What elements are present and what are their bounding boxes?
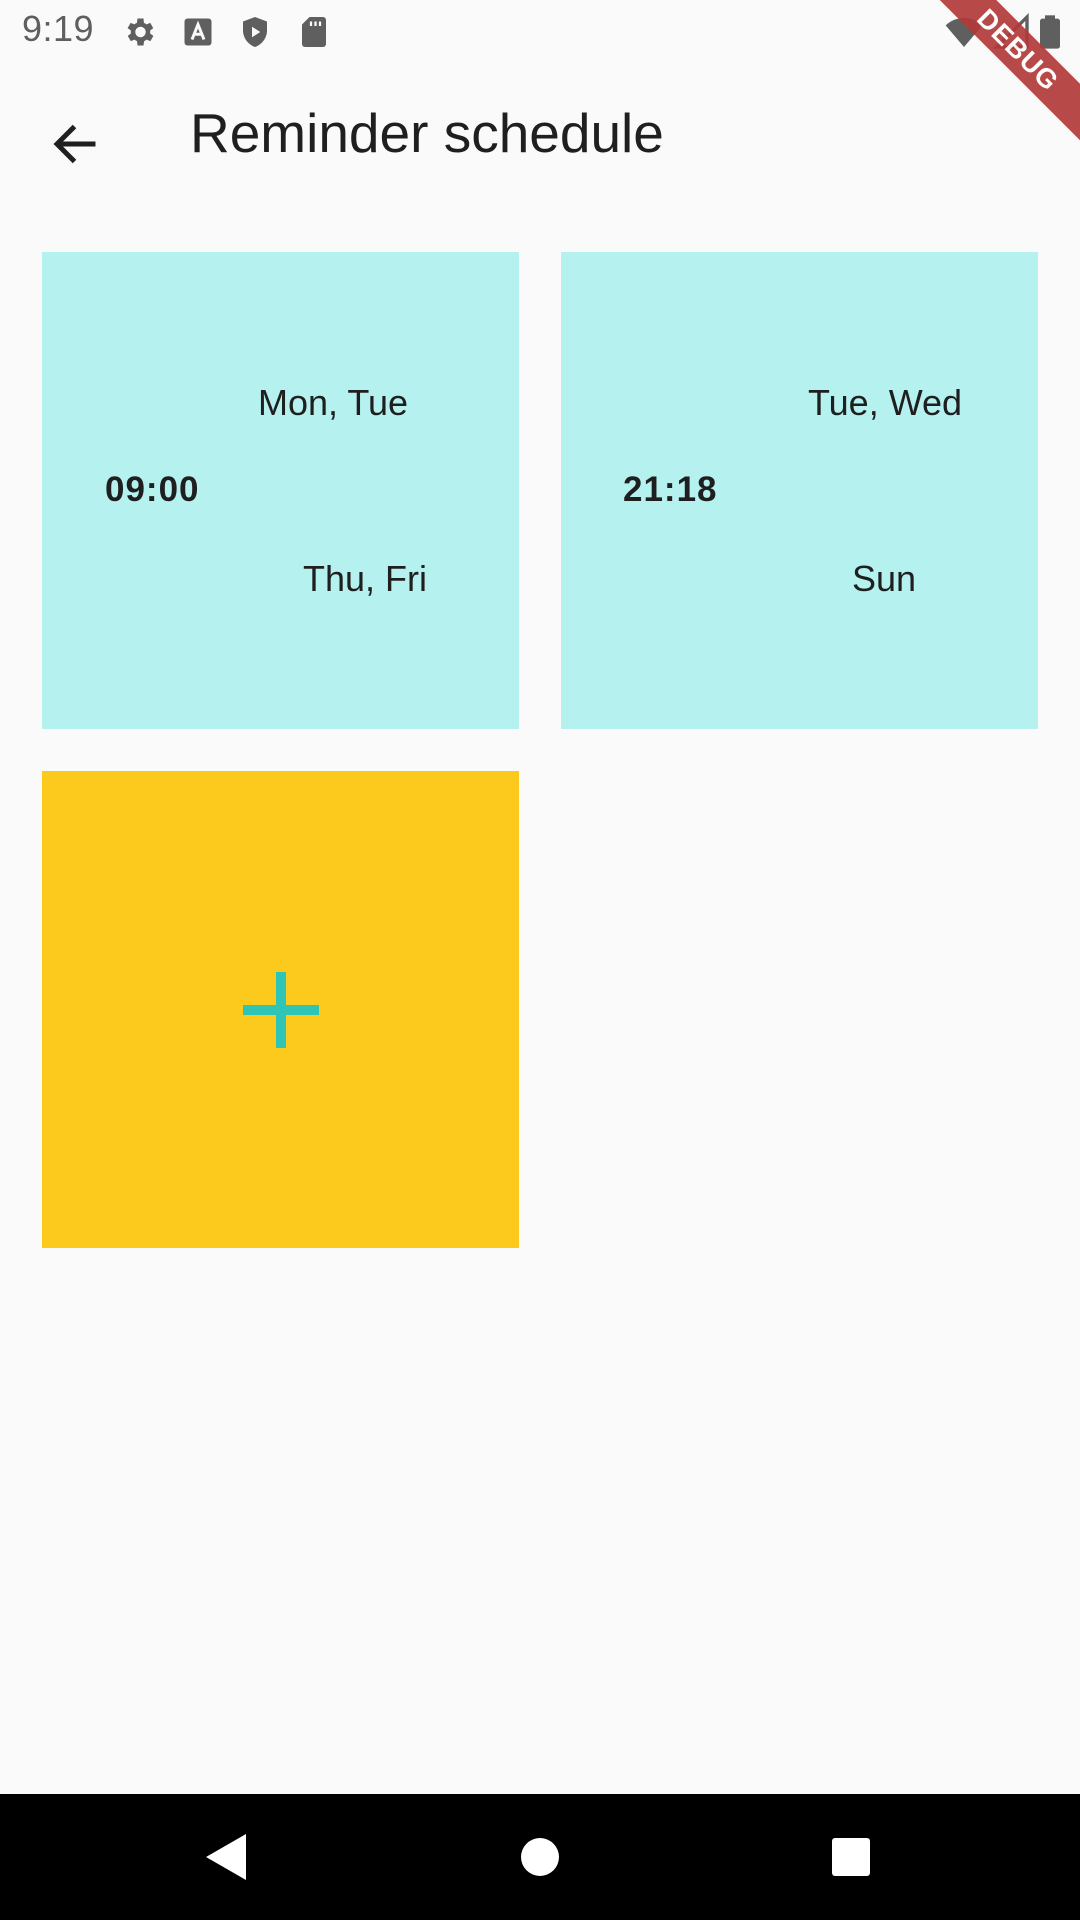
- arrow-back-icon: [53, 124, 96, 164]
- schedule-tile[interactable]: Tue, Wed 21:18 Sun: [561, 252, 1038, 729]
- status-bar: 9:19: [0, 0, 1080, 63]
- schedule-time: 21:18: [623, 470, 718, 509]
- schedule-days-line1: Mon, Tue: [258, 382, 409, 423]
- home-circle-icon: [521, 1838, 559, 1876]
- nav-back-button[interactable]: [190, 1822, 260, 1892]
- plus-icon: [242, 971, 319, 1048]
- nav-recents-button[interactable]: [816, 1822, 886, 1892]
- back-triangle-icon: [206, 1834, 246, 1880]
- status-time: 9:19: [22, 8, 95, 49]
- schedule-days-line2: Sun: [852, 558, 917, 599]
- sd-card-icon: [302, 17, 326, 47]
- nav-home-button[interactable]: [505, 1822, 575, 1892]
- schedule-days-line1: Tue, Wed: [808, 382, 963, 423]
- recents-square-icon: [832, 1838, 870, 1876]
- add-schedule-button[interactable]: [42, 771, 519, 1248]
- schedule-tile[interactable]: Mon, Tue 09:00 Thu, Fri: [42, 252, 519, 729]
- shield-play-icon: [243, 17, 267, 47]
- system-nav-bar: [0, 1794, 1080, 1920]
- settings-gear-icon: [127, 18, 154, 46]
- schedule-days-line2: Thu, Fri: [303, 558, 428, 599]
- page-title: Reminder schedule: [190, 102, 664, 164]
- schedule-time: 09:00: [105, 470, 200, 509]
- back-button[interactable]: [30, 99, 120, 189]
- app-bar: Reminder schedule: [0, 63, 1080, 210]
- a-text-icon: [184, 18, 212, 46]
